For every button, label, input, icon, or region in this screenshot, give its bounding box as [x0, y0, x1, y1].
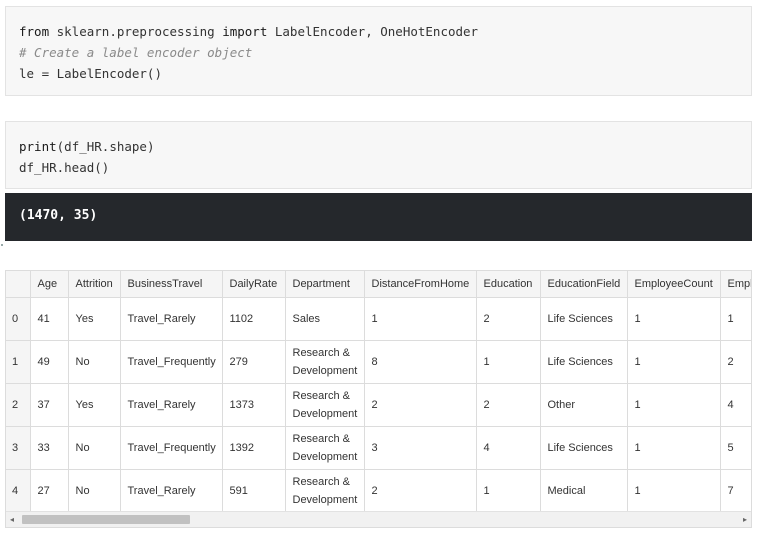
table-cell: 1: [627, 469, 721, 513]
code-comment: # Create a label encoder object: [19, 45, 253, 60]
table-cell: 49: [30, 340, 69, 384]
table-row: 4 27 No Travel_Rarely 591 Research & Developm…: [6, 469, 751, 513]
table-cell: 1: [476, 469, 541, 513]
column-header: EducationField: [540, 271, 628, 298]
keyword: print: [19, 139, 57, 154]
table-cell: 3: [364, 426, 477, 470]
table-cell: 8: [364, 340, 477, 384]
table-cell: Yes: [68, 383, 121, 427]
table-cell: 279: [222, 340, 286, 384]
code-cell-import[interactable]: from sklearn.preprocessing import LabelE…: [5, 6, 752, 96]
table-cell: 1392: [222, 426, 286, 470]
index-header: [6, 271, 31, 298]
table-cell: 1: [476, 340, 541, 384]
code-line: print(df_HR.shape): [19, 136, 738, 157]
column-header: Emplo: [720, 271, 751, 298]
column-header: Age: [30, 271, 69, 298]
table-cell: 4: [476, 426, 541, 470]
code-text: (df_HR.shape): [56, 139, 155, 154]
table-cell: Travel_Rarely: [120, 297, 223, 341]
table-cell: Research & Development: [285, 383, 365, 427]
column-header: EmployeeCount: [627, 271, 721, 298]
horizontal-scrollbar[interactable]: ◂ ▸: [6, 511, 751, 527]
table-body: 0 41 Yes Travel_Rarely 1102 Sales 1 2 Life Scien…: [6, 297, 751, 513]
table-cell: 2: [364, 469, 477, 513]
code-text: sklearn.preprocessing: [49, 24, 223, 39]
dataframe-table: Age Attrition BusinessTravel DailyRate Depar…: [6, 271, 751, 513]
table-cell: 1: [627, 426, 721, 470]
table-cell: 1373: [222, 383, 286, 427]
table-cell: Travel_Rarely: [120, 469, 223, 513]
column-header: Attrition: [68, 271, 121, 298]
table-cell: 33: [30, 426, 69, 470]
table-cell: Medical: [540, 469, 628, 513]
table-cell: 27: [30, 469, 69, 513]
code-line: df_HR.head(): [19, 160, 110, 175]
table-cell: Travel_Frequently: [120, 340, 223, 384]
column-header: Education: [476, 271, 541, 298]
table-cell: Life Sciences: [540, 340, 628, 384]
table-cell: Research & Development: [285, 340, 365, 384]
code-text: LabelEncoder, OneHotEncoder: [267, 24, 479, 39]
table-cell: 1: [364, 297, 477, 341]
table-row: 3 33 No Travel_Frequently 1392 Research & Dev…: [6, 426, 751, 470]
table-cell: 2: [476, 297, 541, 341]
table-cell: 1: [720, 297, 751, 341]
table-cell: 2: [720, 340, 751, 384]
row-index: 0: [6, 297, 31, 341]
row-index: 2: [6, 383, 31, 427]
table-row: 1 49 No Travel_Frequently 279 Research & Deve…: [6, 340, 751, 384]
table-header-row: Age Attrition BusinessTravel DailyRate Depar…: [6, 271, 751, 298]
code-cell-print[interactable]: print(df_HR.shape) df_HR.head(): [5, 121, 752, 189]
scroll-left-icon[interactable]: ◂: [10, 515, 14, 525]
table-cell: 1: [627, 383, 721, 427]
dataframe-output: Age Attrition BusinessTravel DailyRate Depar…: [5, 270, 752, 528]
column-header: BusinessTravel: [120, 271, 223, 298]
table-cell: No: [68, 469, 121, 513]
table-cell: 1: [627, 340, 721, 384]
code-line: from sklearn.preprocessing import LabelE…: [19, 21, 738, 42]
table-cell: No: [68, 340, 121, 384]
scroll-right-icon[interactable]: ▸: [743, 515, 747, 525]
table-cell: Research & Development: [285, 426, 365, 470]
table-cell: Travel_Frequently: [120, 426, 223, 470]
table-cell: 5: [720, 426, 751, 470]
table-cell: 591: [222, 469, 286, 513]
scroll-thumb[interactable]: [22, 515, 190, 524]
table-cell: No: [68, 426, 121, 470]
table-cell: 7: [720, 469, 751, 513]
row-index: 3: [6, 426, 31, 470]
table-cell: Life Sciences: [540, 297, 628, 341]
table-cell: 1102: [222, 297, 286, 341]
table-cell: 1: [627, 297, 721, 341]
row-index: 1: [6, 340, 31, 384]
table-cell: 41: [30, 297, 69, 341]
table-row: 2 37 Yes Travel_Rarely 1373 Research & Develo…: [6, 383, 751, 427]
keyword: import: [222, 24, 268, 39]
column-header: Department: [285, 271, 365, 298]
table-cell: 4: [720, 383, 751, 427]
column-header: DistanceFromHome: [364, 271, 477, 298]
table-cell: 37: [30, 383, 69, 427]
row-index: 4: [6, 469, 31, 513]
table-cell: Life Sciences: [540, 426, 628, 470]
code-line: le = LabelEncoder(): [19, 66, 162, 81]
output-shape: (1470, 35): [5, 193, 752, 241]
output-marker: [1, 244, 3, 246]
table-cell: 2: [476, 383, 541, 427]
table-cell: Sales: [285, 297, 365, 341]
table-cell: 2: [364, 383, 477, 427]
table-cell: Travel_Rarely: [120, 383, 223, 427]
table-cell: Yes: [68, 297, 121, 341]
keyword: from: [19, 24, 50, 39]
table-row: 0 41 Yes Travel_Rarely 1102 Sales 1 2 Life Scien…: [6, 297, 751, 341]
table-cell: Research & Development: [285, 469, 365, 513]
column-header: DailyRate: [222, 271, 286, 298]
table-cell: Other: [540, 383, 628, 427]
